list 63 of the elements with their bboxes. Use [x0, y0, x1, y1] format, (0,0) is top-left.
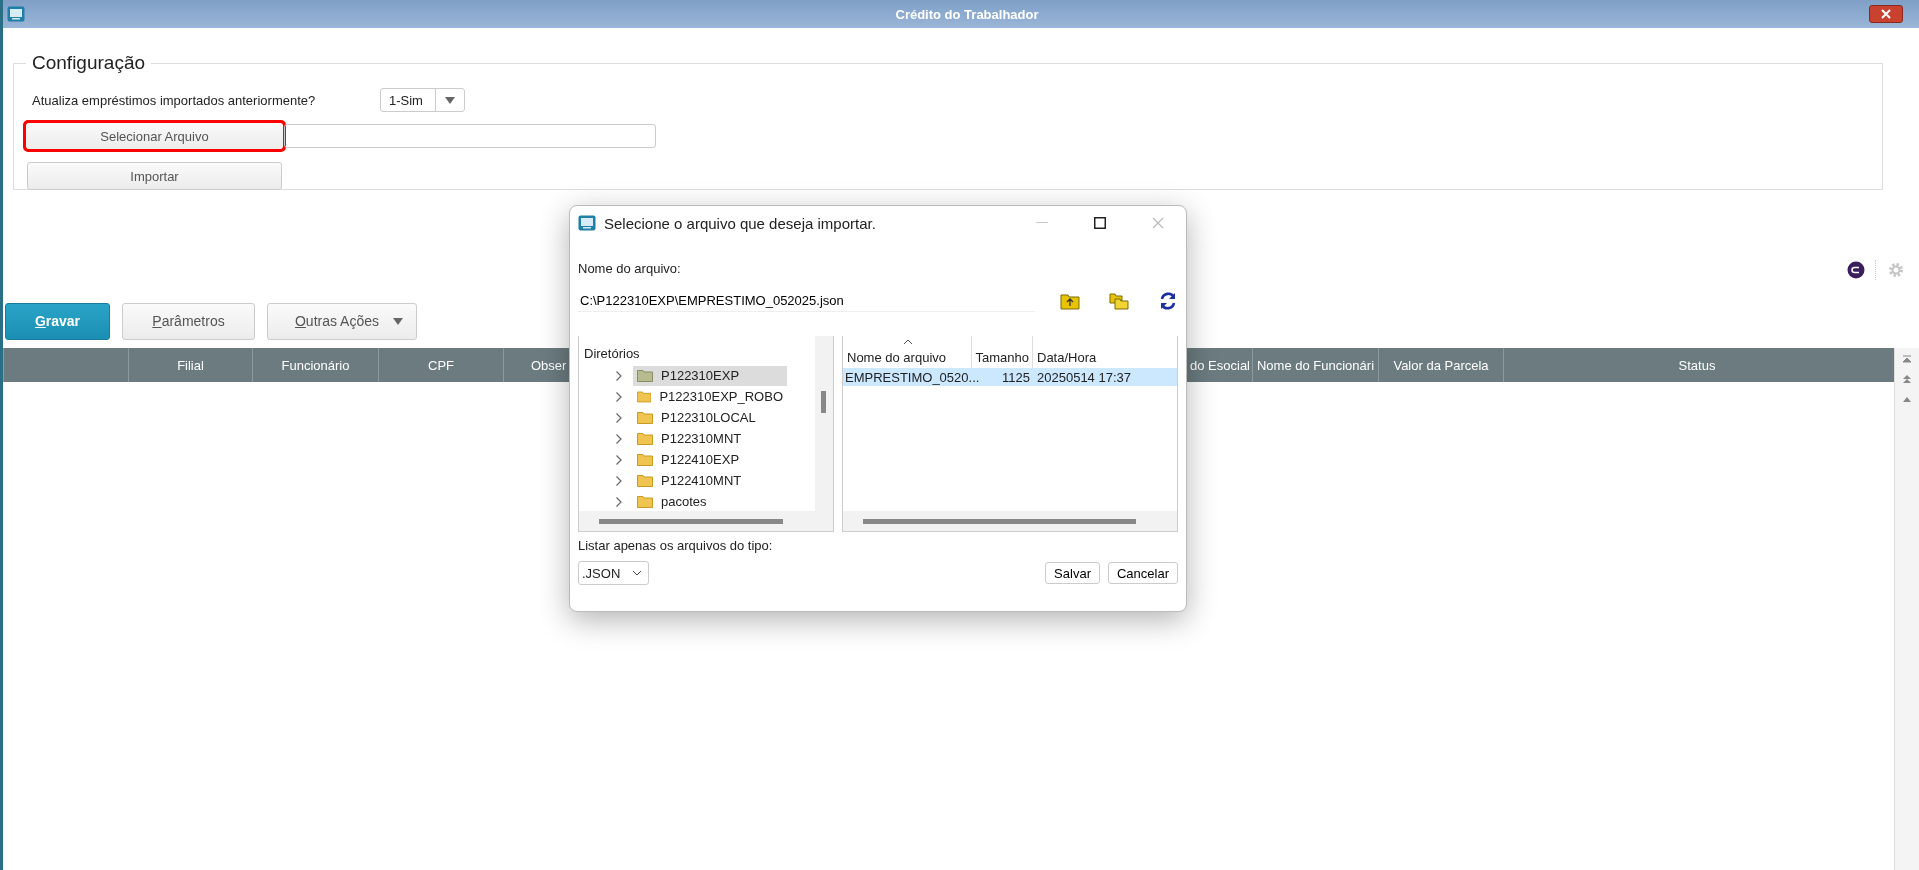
chevron-icon[interactable]	[615, 474, 623, 487]
monitor-icon	[578, 215, 596, 231]
folder-icon	[637, 411, 653, 424]
folder-icon	[637, 453, 653, 466]
answer-select[interactable]: 1-Sim	[380, 88, 465, 112]
folder-icon	[637, 390, 652, 403]
caret-icon	[444, 96, 455, 104]
folder-icon	[637, 369, 653, 382]
directory-item[interactable]: pacotes	[633, 491, 787, 512]
directory-item[interactable]: P122310EXP_ROBO	[633, 386, 787, 407]
chevron-icon[interactable]	[615, 495, 623, 508]
chevron-icon[interactable]	[615, 411, 623, 424]
chevron-icon	[632, 570, 643, 576]
scrollbar[interactable]	[843, 511, 1177, 531]
select-file-button[interactable]: Selecionar Arquivo	[25, 122, 284, 150]
close-button[interactable]	[1869, 5, 1903, 23]
import-button[interactable]: Importar	[27, 162, 282, 190]
scroll-top-icon[interactable]	[1900, 352, 1914, 366]
column-header[interactable]: Nome do Funcionári	[1252, 348, 1378, 382]
file-row[interactable]: EMPRESTIMO_0520... 1125 20250514 17:37	[843, 368, 1177, 386]
sort-icon	[903, 339, 913, 345]
chevron-icon[interactable]	[615, 390, 623, 403]
folder-icon	[637, 495, 653, 508]
window-title: Crédito do Trabalhador	[895, 6, 1039, 22]
folder-up-icon[interactable]	[1060, 291, 1081, 310]
directory-item[interactable]: P122310LOCAL	[633, 407, 787, 428]
section-title: Configuração	[31, 52, 147, 74]
column-header[interactable]: Nome do arquivo	[843, 336, 971, 368]
more-actions-button[interactable]: Outras Ações	[267, 302, 417, 340]
logo-icon[interactable]	[1847, 261, 1865, 279]
chevron-icon[interactable]	[615, 432, 623, 445]
file-path-field[interactable]	[284, 124, 656, 148]
close-icon	[1881, 9, 1891, 19]
folder-icon	[637, 432, 653, 445]
refresh-icon[interactable]	[1158, 290, 1178, 311]
directory-item[interactable]: P122410MNT	[633, 470, 787, 491]
folders-icon[interactable]	[1109, 291, 1130, 310]
chevron-icon[interactable]	[615, 453, 623, 466]
chevron-icon[interactable]	[615, 369, 623, 382]
file-type-select[interactable]: .JSON	[578, 561, 650, 585]
filter-label: Listar apenas os arquivos do tipo:	[578, 538, 774, 553]
scrollbar[interactable]	[1894, 348, 1919, 870]
column-header[interactable]: CPF	[378, 348, 503, 382]
parameters-button[interactable]: Parâmetros	[122, 302, 255, 340]
column-header[interactable]: Valor da Parcela	[1378, 348, 1503, 382]
file-name-label: Nome do arquivo:	[578, 261, 682, 276]
save-button[interactable]: Salvar	[1045, 562, 1100, 584]
dialog-title: Selecione o arquivo que deseja importar.	[604, 214, 876, 232]
column-header[interactable]: Status	[1503, 348, 1890, 382]
column-header[interactable]: Filial	[128, 348, 252, 382]
close-icon[interactable]	[1152, 217, 1164, 229]
question-label: Atualiza empréstimos importados anteriormente?	[32, 92, 317, 108]
folder-icon	[637, 474, 653, 487]
directory-item[interactable]: P122310MNT	[633, 428, 787, 449]
directory-item[interactable]: P122310EXP	[633, 365, 787, 386]
cancel-button[interactable]: Cancelar	[1107, 562, 1178, 584]
monitor-icon	[7, 6, 25, 22]
column-header[interactable]: Funcionário	[252, 348, 378, 382]
caret-icon	[393, 317, 403, 325]
scrollbar[interactable]	[579, 511, 833, 531]
directory-item[interactable]: P122410EXP	[633, 449, 787, 470]
scrollbar[interactable]	[815, 336, 833, 511]
maximize-icon[interactable]	[1094, 217, 1106, 229]
